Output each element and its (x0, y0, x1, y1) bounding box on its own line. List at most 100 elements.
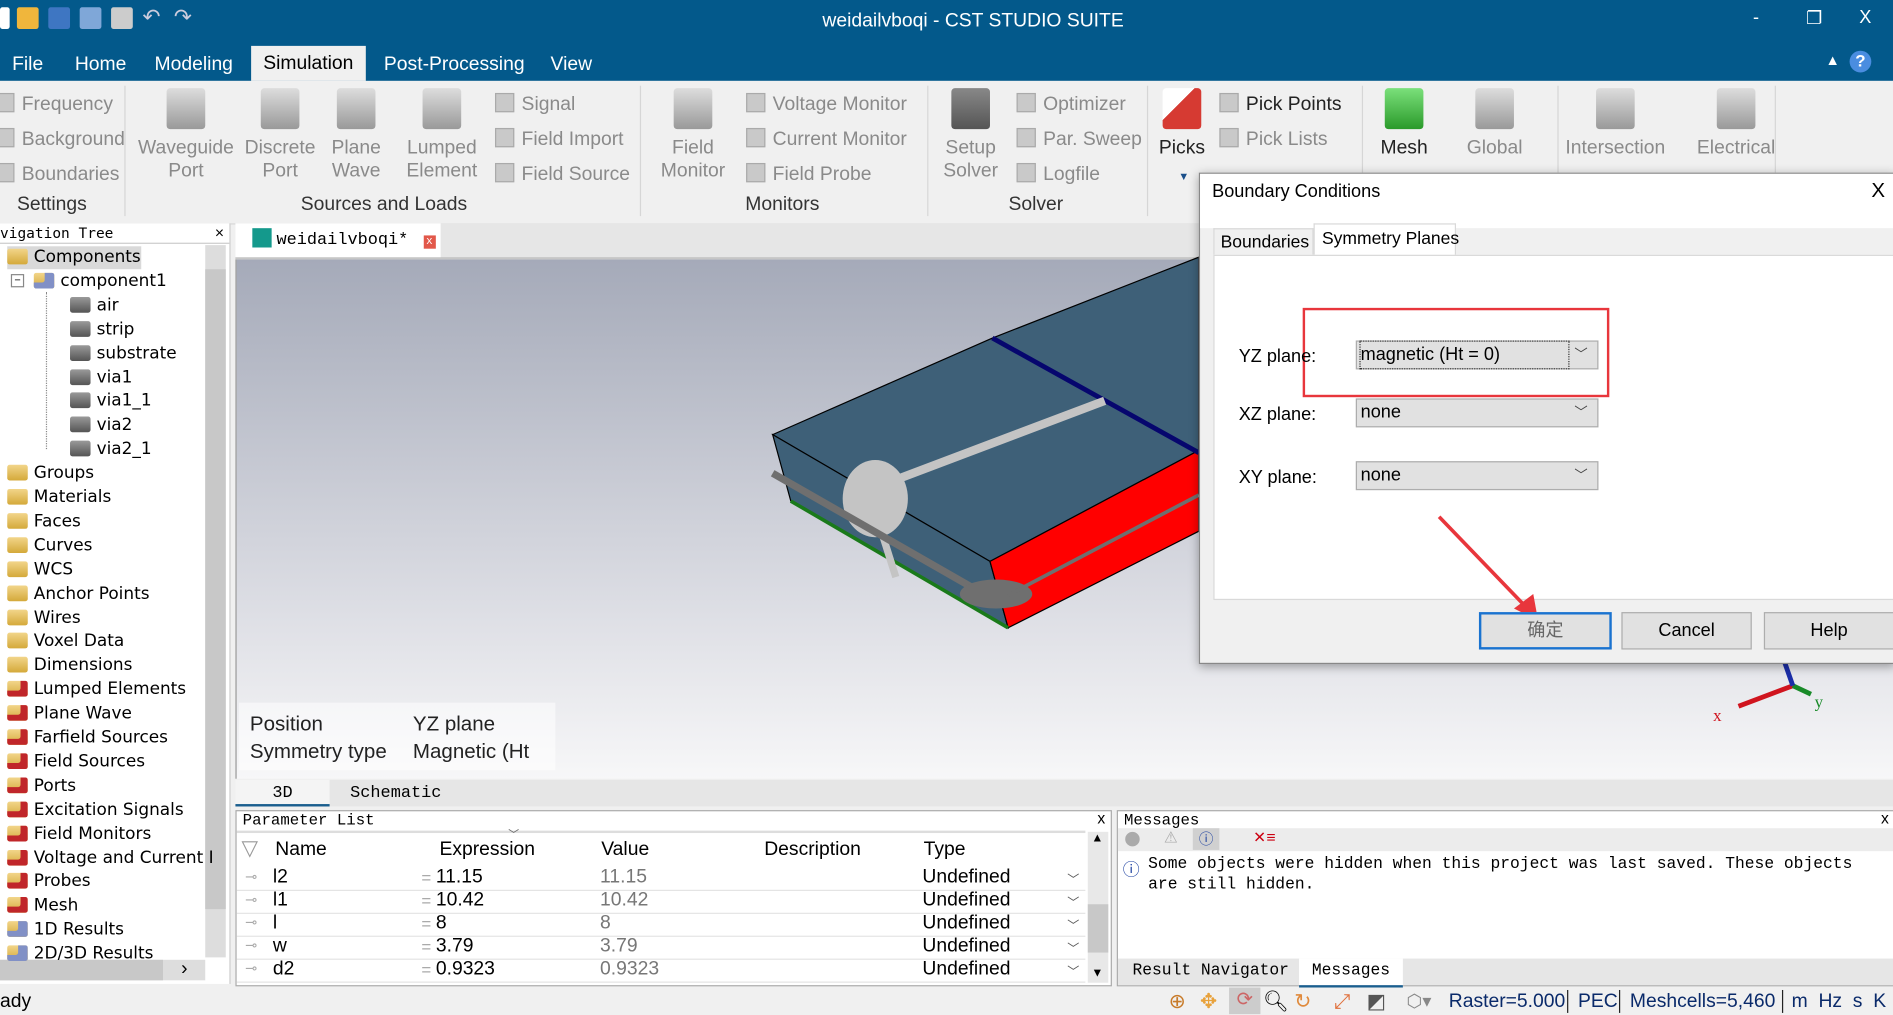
table-row[interactable]: ⊸ d2 = 0.9323 0.9323 Undefined ﹀ (236, 959, 1086, 983)
chevron-down-icon: ﹀ (1574, 347, 1588, 363)
column-header-type[interactable]: Type (924, 839, 966, 861)
clear-messages-icon[interactable]: ✕≡ (1253, 828, 1275, 847)
chevron-down-icon[interactable]: ﹀ (1067, 915, 1079, 933)
warning-filter-icon[interactable]: ⚠ (1164, 828, 1178, 847)
param-name[interactable]: l (273, 913, 277, 935)
column-header-name[interactable]: Name (275, 839, 327, 861)
zoom-icon[interactable]: 🔍︎ (1263, 990, 1289, 1014)
material-readout[interactable]: PEC (1578, 991, 1618, 1013)
param-expression[interactable]: 3.79 (436, 936, 474, 958)
xz-plane-value: none (1360, 402, 1401, 423)
table-row[interactable]: ⊸ l1 = 10.42 10.42 Undefined ﹀ (236, 889, 1086, 914)
ok-button[interactable]: 确定 (1478, 612, 1612, 650)
via-pad-bottom (959, 579, 1033, 609)
xz-plane-select[interactable]: none ﹀ (1355, 398, 1599, 428)
param-type[interactable]: Undefined (922, 936, 1010, 958)
tab-result-navigator[interactable]: Result Navigator (1132, 962, 1288, 980)
parameter-list-panel: Parameter List x ▽ ▲ ▼ Name Expression Valu… (235, 809, 1112, 987)
tab-boundaries[interactable]: Boundaries (1213, 228, 1314, 255)
zoom-fit-icon[interactable]: ⤢ (1334, 990, 1350, 1014)
tab-schematic[interactable]: Schematic (350, 780, 441, 804)
chevron-down-icon[interactable]: ﹀ (1067, 869, 1079, 887)
param-name[interactable]: w (273, 936, 287, 958)
param-name[interactable]: l2 (273, 867, 288, 889)
pin-icon[interactable]: ⊸ (245, 891, 257, 908)
pin-icon[interactable]: ⊸ (245, 914, 257, 931)
units-readout[interactable]: m Hz s K (1792, 991, 1886, 1013)
yz-plane-label: YZ plane: (1238, 346, 1317, 368)
equals-sign: = (421, 913, 432, 934)
pan-icon[interactable]: ✥ (1200, 990, 1217, 1014)
message-text: Some objects were hidden when this proje… (1148, 855, 1853, 895)
pin-icon[interactable]: ⊸ (245, 868, 257, 885)
cancel-button[interactable]: Cancel (1621, 612, 1752, 650)
param-expression[interactable]: 10.42 (436, 890, 484, 912)
raster-readout: Raster=5.000 (1448, 991, 1566, 1012)
table-row[interactable]: ⊸ l = 8 8 Undefined ﹀ (236, 912, 1086, 937)
param-type[interactable]: Undefined (922, 913, 1010, 935)
messages-close[interactable]: x (1881, 809, 1889, 827)
cube-view-icon[interactable]: ⬡▾ (1407, 990, 1432, 1012)
param-value: 8 (600, 912, 611, 934)
dialog-title: Boundary Conditions (1212, 181, 1381, 202)
param-expression[interactable]: 8 (436, 913, 447, 935)
param-type[interactable]: Undefined (922, 890, 1010, 912)
tab-3d[interactable]: 3D (235, 779, 330, 807)
axis-y-label: y (1815, 692, 1824, 711)
parameter-list-close[interactable]: x (1097, 809, 1105, 827)
sort-indicator-icon: ﹀ (508, 828, 520, 841)
chevron-down-icon[interactable]: ﹀ (1067, 938, 1079, 956)
axis-y-arrow (1791, 683, 1812, 697)
xy-plane-label: XY plane: (1238, 467, 1317, 488)
yz-plane-select[interactable]: magnetic (Ht = 0) ﹀ (1355, 340, 1599, 370)
filter-icon[interactable]: ▽ (241, 835, 258, 860)
info-icon: ⓘ (1122, 859, 1140, 879)
error-filter-icon[interactable] (1125, 831, 1140, 847)
table-row[interactable]: ⊸ l2 = 11.15 11.15 Undefined ﹀ (236, 867, 1086, 891)
status-text: ady (0, 991, 32, 1012)
pin-icon[interactable]: ⊸ (245, 960, 257, 977)
symmetry-planes-page: YZ plane: magnetic (Ht = 0) ﹀ XZ plane: n… (1213, 254, 1893, 619)
param-value: 10.42 (600, 889, 649, 911)
yz-plane-value: magnetic (Ht = 0) (1359, 340, 1570, 370)
param-name[interactable]: l1 (273, 890, 288, 912)
chevron-down-icon[interactable]: ﹀ (1067, 961, 1079, 979)
pin-icon[interactable]: ⊸ (245, 937, 257, 954)
axis-z-arrow (1782, 660, 1796, 687)
chevron-down-icon: ﹀ (1574, 405, 1588, 421)
meshcells-readout: Meshcells=5,460 (1629, 991, 1776, 1012)
column-header-description[interactable]: Description (764, 839, 861, 861)
param-type[interactable]: Undefined (922, 959, 1010, 981)
parameter-scrollbar[interactable]: ▲ ▼ (1087, 831, 1109, 983)
xz-plane-label: XZ plane: (1238, 404, 1317, 425)
axis-x-label: x (1713, 706, 1722, 725)
shape-view-icon[interactable]: ◩ (1367, 990, 1386, 1014)
equals-sign: = (421, 890, 432, 911)
dialog-close-button[interactable]: X (1871, 179, 1885, 203)
tab-symmetry-planes[interactable]: Symmetry Planes (1313, 223, 1459, 256)
column-header-value[interactable]: Value (601, 839, 649, 861)
messages-title: Messages (1123, 811, 1200, 830)
axis-x-arrow (1737, 683, 1794, 709)
param-expression[interactable]: 11.15 (436, 867, 483, 889)
zoom-window-icon[interactable]: ⊕ (1169, 990, 1186, 1014)
equals-sign: = (421, 868, 432, 888)
help-button[interactable]: Help (1763, 612, 1893, 650)
param-expression[interactable]: 0.9323 (436, 959, 495, 981)
messages-panel: Messages x ⚠ ⓘ ✕≡ ⓘ Some objects were hi… (1116, 809, 1893, 988)
param-name[interactable]: d2 (273, 959, 294, 981)
spin-icon[interactable]: ↻ (1294, 990, 1311, 1014)
equals-sign: = (421, 936, 432, 957)
view-tab-bar: 3D Schematic (235, 779, 1893, 807)
column-header-expression[interactable]: Expression (439, 839, 535, 861)
tab-messages[interactable]: Messages (1299, 958, 1403, 988)
info-filter-icon[interactable]: ⓘ (1192, 828, 1220, 850)
rotate-icon[interactable]: ⟳ (1229, 987, 1261, 1015)
param-type[interactable]: Undefined (922, 867, 1010, 889)
parameter-list-title: Parameter List (242, 811, 375, 830)
boundary-conditions-dialog: Boundary Conditions X Boundaries Symmetr… (1198, 172, 1893, 665)
xy-plane-select[interactable]: none ﹀ (1355, 461, 1599, 491)
chevron-down-icon[interactable]: ﹀ (1067, 892, 1079, 910)
xy-plane-value: none (1360, 464, 1401, 486)
table-row[interactable]: ⊸ w = 3.79 3.79 Undefined ﹀ (236, 936, 1086, 960)
